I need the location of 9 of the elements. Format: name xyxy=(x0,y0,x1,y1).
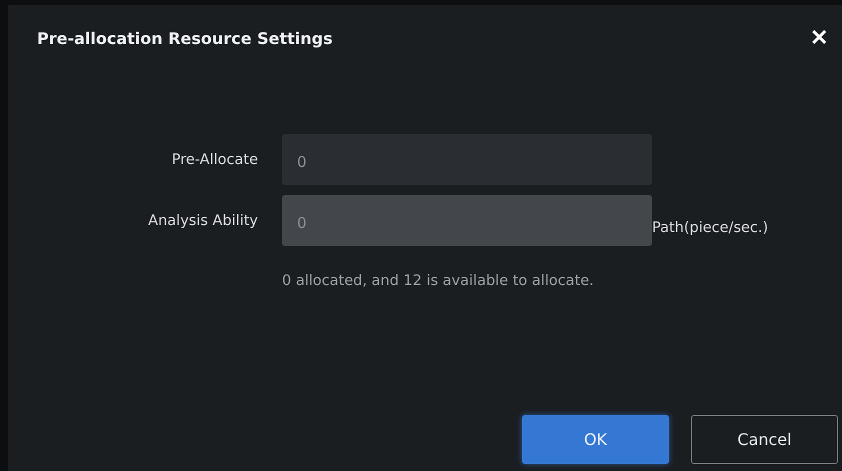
hint-text: 0 allocated, and 12 is available to allocate. xyxy=(282,273,595,289)
field-label: Analysis Ability xyxy=(147,212,258,228)
ok-button[interactable]: OK xyxy=(522,415,669,464)
cancel-button[interactable]: Cancel xyxy=(691,415,838,464)
field-label: Pre-Allocate xyxy=(170,152,258,168)
dialog-title: Pre-allocation Resource Settings xyxy=(37,28,333,48)
input-field[interactable]: 0 xyxy=(282,134,652,185)
unit-label: Path(piece/sec.) xyxy=(652,218,770,236)
input-field[interactable]: 0 xyxy=(282,195,652,246)
